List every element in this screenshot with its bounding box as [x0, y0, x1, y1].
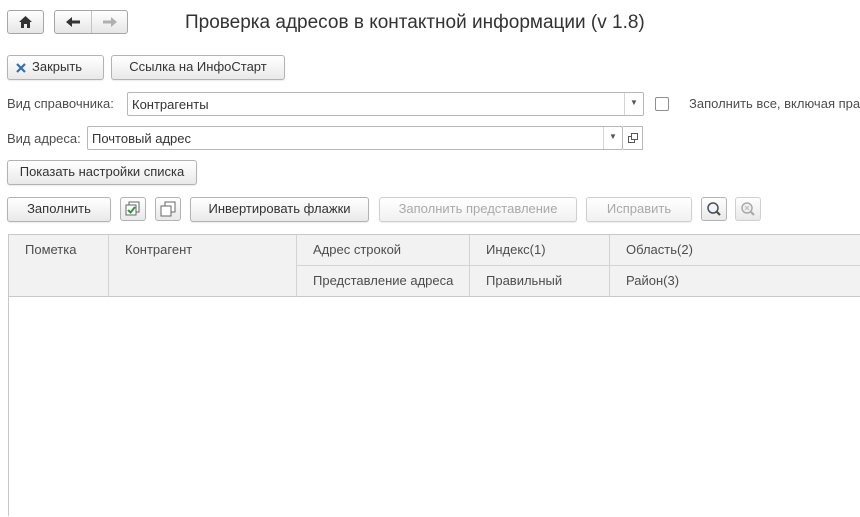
- show-list-settings-button[interactable]: Показать настройки списка: [7, 160, 197, 185]
- address-type-label: Вид адреса:: [7, 131, 81, 146]
- history-nav: [54, 10, 128, 34]
- arrow-right-icon: [103, 17, 117, 27]
- forward-button[interactable]: [92, 11, 128, 33]
- column-header-correct[interactable]: Правильный: [470, 266, 609, 296]
- show-list-settings-label: Показать настройки списка: [19, 164, 185, 179]
- search-cancel-button[interactable]: [735, 197, 761, 221]
- fill-all-checkbox[interactable]: [655, 97, 669, 111]
- fix-button[interactable]: Исправить: [586, 197, 692, 222]
- check-all-button[interactable]: [120, 197, 146, 221]
- fill-all-label: Заполнить все, включая пра: [689, 96, 860, 111]
- directory-type-value: Контрагенты: [132, 97, 209, 112]
- chevron-down-icon[interactable]: ▼: [603, 127, 622, 149]
- back-button[interactable]: [55, 11, 92, 33]
- column-header-mark[interactable]: Пометка: [9, 235, 108, 265]
- fix-button-label: Исправить: [606, 201, 672, 216]
- infostart-link-button[interactable]: Ссылка на ИнфоСтарт: [111, 55, 285, 80]
- arrow-left-icon: [66, 17, 80, 27]
- directory-type-field[interactable]: Контрагенты ▼: [127, 92, 644, 116]
- uncheck-all-button[interactable]: [155, 197, 181, 221]
- search-button[interactable]: [701, 197, 727, 221]
- table-header: Пометка Контрагент Адрес строкой Предста…: [9, 235, 860, 297]
- search-icon: [707, 202, 721, 216]
- invert-flags-button[interactable]: Инвертировать флажки: [190, 197, 369, 222]
- directory-type-label: Вид справочника:: [7, 96, 114, 111]
- fill-button[interactable]: Заполнить: [7, 197, 111, 222]
- table-body[interactable]: [9, 297, 860, 517]
- column-header-index[interactable]: Индекс(1): [470, 235, 609, 265]
- column-header-address-string[interactable]: Адрес строкой: [297, 235, 469, 265]
- addresses-table[interactable]: Пометка Контрагент Адрес строкой Предста…: [8, 234, 860, 516]
- address-type-value: Почтовый адрес: [92, 131, 191, 146]
- invert-flags-label: Инвертировать флажки: [208, 201, 351, 216]
- column-header-region[interactable]: Область(2): [610, 235, 860, 265]
- check-all-icon: [125, 201, 140, 216]
- close-button-label: Закрыть: [32, 59, 83, 74]
- home-icon: [19, 16, 32, 28]
- fill-representation-button[interactable]: Заполнить представление: [379, 197, 577, 222]
- fill-button-label: Заполнить: [27, 201, 91, 216]
- open-icon[interactable]: [623, 126, 643, 150]
- home-button[interactable]: [7, 10, 44, 34]
- uncheck-all-icon: [160, 201, 176, 217]
- close-icon: [16, 63, 26, 73]
- chevron-down-icon[interactable]: ▼: [624, 93, 643, 115]
- close-button[interactable]: Закрыть: [7, 55, 104, 80]
- page-title: Проверка адресов в контактной информации…: [185, 12, 645, 33]
- infostart-link-label: Ссылка на ИнфоСтарт: [129, 59, 267, 74]
- address-type-field[interactable]: Почтовый адрес ▼: [87, 126, 623, 150]
- column-header-counterparty[interactable]: Контрагент: [109, 235, 296, 265]
- search-cancel-icon: [741, 202, 755, 216]
- column-header-address-representation[interactable]: Представление адреса: [297, 266, 469, 296]
- column-header-district[interactable]: Район(3): [610, 266, 860, 296]
- fill-representation-label: Заполнить представление: [398, 201, 558, 216]
